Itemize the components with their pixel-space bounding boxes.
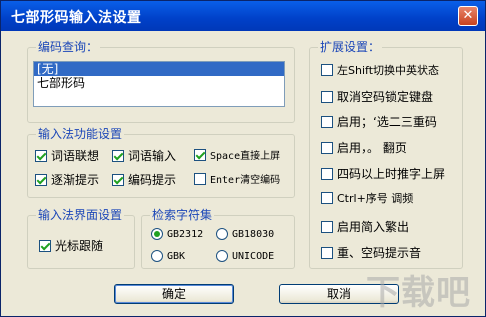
checkbox-box[interactable]: [35, 173, 47, 186]
checkbox-box[interactable]: [112, 173, 124, 186]
checkbox-box[interactable]: [194, 172, 206, 185]
watermark: 下载吧: [366, 273, 471, 313]
checkbox-label: 编码提示: [128, 173, 177, 187]
checkbox-label: 取消空码锁定键盘: [337, 90, 434, 104]
checkbox-box[interactable]: [321, 64, 333, 76]
code-query-group: 编码查询： [无] 七部形码: [27, 40, 295, 123]
checkbox-label: 词语输入: [128, 149, 177, 163]
cursor-follow-checkbox[interactable]: 光标跟随: [39, 237, 103, 254]
checkbox-label: Ctrl+序号 调频: [337, 192, 414, 205]
checkbox-label: 启用；‘选二三重码: [337, 115, 437, 129]
code-query-label: 编码查询：: [36, 40, 101, 54]
checkbox-box[interactable]: [321, 246, 333, 259]
radio-label: GB18030: [232, 228, 275, 240]
checkbox-label: 四码以上时推字上屏: [337, 167, 446, 181]
cancel-empty-lock-checkbox[interactable]: 取消空码锁定键盘: [321, 88, 433, 105]
radio-dot[interactable]: [216, 228, 228, 240]
function-settings-label: 输入法功能设置: [36, 127, 125, 141]
close-button[interactable]: ✕: [458, 6, 478, 26]
ui-settings-label: 输入法界面设置: [36, 208, 125, 222]
code-hint-checkbox[interactable]: 编码提示: [112, 171, 176, 188]
list-item[interactable]: 七部形码: [34, 76, 284, 90]
checkbox-box[interactable]: [112, 149, 124, 162]
enable-comma-period-page-checkbox[interactable]: 启用，。 翻页: [321, 139, 407, 156]
radio-dot[interactable]: [151, 250, 163, 262]
charset-label: 检索字符集: [150, 208, 215, 222]
checkbox-box[interactable]: [194, 148, 206, 161]
checkbox-label: 重、空码提示音: [337, 246, 422, 260]
function-settings-group: 输入法功能设置 词语联想 词语输入 Space直接上屏 逐渐提示 编码提示 En…: [27, 127, 295, 198]
dialog-client: 编码查询： [无] 七部形码 输入法功能设置 词语联想 词语输入 Space直接…: [1, 31, 485, 316]
checkbox-label: Enter清空编码: [210, 175, 281, 186]
checkbox-label: Space直接上屏: [210, 151, 281, 162]
word-input-checkbox[interactable]: 词语输入: [112, 147, 176, 164]
ctrl-number-freq-checkbox[interactable]: Ctrl+序号 调频: [321, 190, 413, 206]
radio-label: GB2312: [167, 228, 204, 240]
gb2312-radio[interactable]: GB2312: [151, 228, 203, 240]
enable-semicolon-quote-checkbox[interactable]: 启用；‘选二三重码: [321, 113, 437, 130]
space-commit-checkbox[interactable]: Space直接上屏: [194, 147, 280, 162]
checkbox-label: 启用简入繁出: [337, 220, 410, 234]
extended-settings-label: 扩展设置：: [318, 40, 383, 54]
radio-dot[interactable]: [216, 250, 228, 262]
charset-group: 检索字符集 GB2312 GB18030 GBK UNICODE: [141, 208, 295, 269]
checkbox-box[interactable]: [321, 192, 333, 204]
unicode-radio[interactable]: UNICODE: [216, 250, 274, 262]
ok-button[interactable]: 确定: [114, 284, 234, 304]
checkbox-label: 左Shift切换中英状态: [337, 64, 440, 77]
checkbox-box[interactable]: [321, 220, 333, 233]
checkbox-box[interactable]: [35, 149, 47, 162]
gbk-radio[interactable]: GBK: [151, 250, 185, 262]
checkbox-label: 启用，。 翻页: [337, 141, 407, 155]
title-bar[interactable]: 七部形码输入法设置 ✕: [1, 1, 485, 31]
left-shift-toggle-checkbox[interactable]: 左Shift切换中英状态: [321, 62, 439, 78]
gradual-hint-checkbox[interactable]: 逐渐提示: [35, 171, 99, 188]
extended-settings-group: 扩展设置： 左Shift切换中英状态 取消空码锁定键盘 启用；‘选二三重码 启用…: [309, 40, 463, 269]
code-query-listbox[interactable]: [无] 七部形码: [33, 61, 285, 107]
checkbox-box[interactable]: [39, 239, 51, 252]
word-association-checkbox[interactable]: 词语联想: [35, 147, 99, 164]
radio-dot[interactable]: [151, 228, 163, 240]
checkbox-label: 逐渐提示: [51, 173, 100, 187]
checkbox-label: 词语联想: [51, 149, 100, 163]
gb18030-radio[interactable]: GB18030: [216, 228, 274, 240]
radio-label: UNICODE: [232, 250, 275, 262]
checkbox-box[interactable]: [321, 141, 333, 154]
checkbox-box[interactable]: [321, 167, 333, 180]
checkbox-box[interactable]: [321, 90, 333, 103]
duplicate-empty-sound-checkbox[interactable]: 重、空码提示音: [321, 244, 421, 261]
simplified-to-traditional-checkbox[interactable]: 启用简入繁出: [321, 218, 409, 235]
checkbox-box[interactable]: [321, 115, 333, 128]
enter-clear-checkbox[interactable]: Enter清空编码: [194, 171, 280, 186]
settings-window: 七部形码输入法设置 ✕ 编码查询： [无] 七部形码 输入法功能设置 词语联想 …: [0, 0, 486, 317]
window-title: 七部形码输入法设置: [11, 10, 142, 26]
radio-label: GBK: [167, 250, 186, 262]
four-code-push-checkbox[interactable]: 四码以上时推字上屏: [321, 165, 445, 182]
list-item[interactable]: [无]: [34, 62, 284, 76]
ui-settings-group: 输入法界面设置 光标跟随: [27, 208, 135, 269]
checkbox-label: 光标跟随: [55, 239, 104, 253]
